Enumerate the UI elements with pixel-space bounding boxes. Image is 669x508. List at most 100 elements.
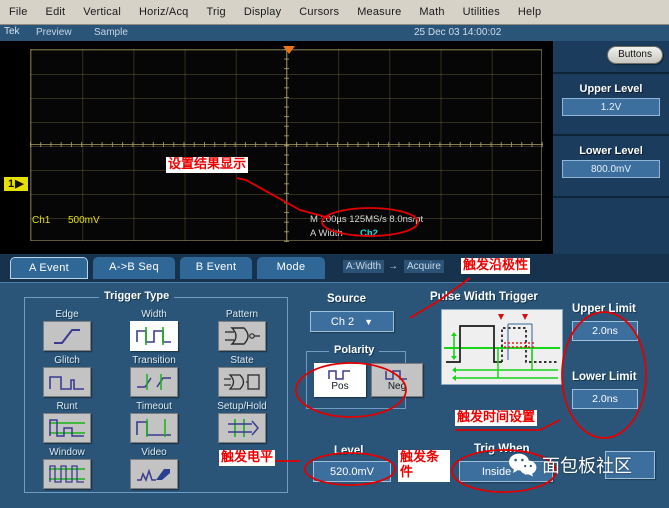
panel-divider-3 xyxy=(553,196,669,198)
timeout-icon[interactable] xyxy=(130,413,178,443)
pattern-icon[interactable] xyxy=(218,321,266,351)
lower-level-field[interactable]: 800.0mV xyxy=(562,160,660,178)
readout-ch1-label: Ch1 xyxy=(32,215,50,226)
trigger-type-width[interactable]: Width xyxy=(123,309,185,351)
trigger-type-video[interactable]: Video xyxy=(123,447,185,489)
upper-level-field[interactable]: 1.2V xyxy=(562,98,660,116)
trigger-type-transition[interactable]: Transition xyxy=(123,355,185,397)
trigger-path-source: A:Width xyxy=(343,261,384,272)
setup-hold-icon[interactable] xyxy=(218,413,266,443)
pulse-width-trigger-title: Pulse Width Trigger xyxy=(430,291,538,303)
trigger-type-transition-label: Transition xyxy=(123,355,185,366)
trigger-type-state-label: State xyxy=(211,355,273,366)
trigger-type-state[interactable]: State xyxy=(211,355,273,397)
upper-limit-field[interactable]: 2.0ns xyxy=(572,321,638,341)
menu-item-cursors[interactable]: Cursors xyxy=(290,4,348,21)
transition-icon[interactable] xyxy=(130,367,178,397)
trigger-type-pattern[interactable]: Pattern xyxy=(211,309,273,351)
trigger-type-edge-label: Edge xyxy=(36,309,98,320)
readout-ch1-scale[interactable]: 500mV xyxy=(68,215,100,226)
watermark-text: 面包板社区 xyxy=(542,452,632,478)
trigger-type-glitch[interactable]: Glitch xyxy=(36,355,98,397)
trigger-type-legend: Trigger Type xyxy=(99,290,174,302)
annotation-trigger-time-setting: 触发时间设置 xyxy=(455,410,537,426)
lower-limit-field[interactable]: 2.0ns xyxy=(572,389,638,409)
trigger-type-timeout-label: Timeout xyxy=(123,401,185,412)
polarity-neg-button[interactable]: Neg xyxy=(371,363,423,397)
trigger-type-pattern-label: Pattern xyxy=(211,309,273,320)
width-icon[interactable] xyxy=(130,321,178,351)
status-bar: Tek Preview Sample 25 Dec 03 14:00:02 xyxy=(0,25,669,41)
annotation-trigger-level: 触发电平 xyxy=(219,450,275,466)
level-field[interactable]: 520.0mV xyxy=(313,461,391,482)
trigger-type-window-label: Window xyxy=(36,447,98,458)
trig-when-value: Inside xyxy=(482,466,511,478)
wechat-icon xyxy=(508,452,538,478)
trigger-path-arrow: → xyxy=(388,261,398,272)
edge-icon[interactable] xyxy=(43,321,91,351)
trigger-type-width-label: Width xyxy=(123,309,185,320)
trigger-type-runt[interactable]: Runt xyxy=(36,401,98,443)
lower-level-title: Lower Level xyxy=(553,145,669,157)
readout-trigger-source: Ch2 xyxy=(360,228,378,239)
annotation-result-display: 设置结果显示 xyxy=(166,157,248,173)
panel-divider-2 xyxy=(553,134,669,136)
menu-item-file[interactable]: File xyxy=(0,4,37,21)
polarity-pos-button[interactable]: Pos xyxy=(314,363,366,397)
wechat-watermark: 面包板社区 xyxy=(508,452,632,478)
source-value: Ch 2 xyxy=(331,316,354,328)
oscilloscope-app: File Edit Vertical Horiz/Acq Trig Displa… xyxy=(0,0,669,508)
tab-b-event[interactable]: B Event xyxy=(180,257,252,279)
polarity-pos-label: Pos xyxy=(331,381,348,392)
menu-item-display[interactable]: Display xyxy=(235,4,290,21)
panel-divider-1 xyxy=(553,72,669,74)
menu-item-help[interactable]: Help xyxy=(509,4,550,21)
acquisition-mode: Sample xyxy=(94,27,128,38)
menu-item-measure[interactable]: Measure xyxy=(348,4,410,21)
timestamp: 25 Dec 03 14:00:02 xyxy=(414,27,501,38)
runt-icon[interactable] xyxy=(43,413,91,443)
annotation-trigger-edge-polarity: 触发沿极性 xyxy=(461,258,530,274)
lower-limit-title: Lower Limit xyxy=(572,371,637,383)
buttons-button[interactable]: Buttons xyxy=(607,46,663,64)
brand-logo: Tek xyxy=(4,26,20,37)
menu-item-utilities[interactable]: Utilities xyxy=(454,4,509,21)
upper-limit-title: Upper Limit xyxy=(572,303,636,315)
source-title: Source xyxy=(327,293,366,305)
pulse-width-diagram xyxy=(441,309,563,385)
channel1-ground-marker[interactable]: 1▶ xyxy=(4,177,28,191)
trigger-type-timeout[interactable]: Timeout xyxy=(123,401,185,443)
source-dropdown[interactable]: Ch 2 ▼ xyxy=(310,311,394,332)
video-icon[interactable] xyxy=(130,459,178,489)
readout-trigger-type: A Width xyxy=(310,228,343,239)
menu-item-horiz-acq[interactable]: Horiz/Acq xyxy=(130,4,197,21)
state-icon[interactable] xyxy=(218,367,266,397)
polarity-legend: Polarity xyxy=(329,344,379,356)
menu-item-trig[interactable]: Trig xyxy=(197,4,234,21)
trigger-type-setup-hold-label: Setup/Hold xyxy=(211,401,273,412)
trigger-position-marker[interactable] xyxy=(283,46,295,54)
trigger-path-target: Acquire xyxy=(404,261,444,272)
annotation-trigger-condition: 触发条件 xyxy=(398,450,450,482)
chevron-down-icon: ▼ xyxy=(364,317,373,327)
tab-a-b-seq[interactable]: A->B Seq xyxy=(93,257,175,279)
upper-level-title: Upper Level xyxy=(553,83,669,95)
lower-level-group: Lower Level 800.0mV xyxy=(553,145,669,178)
trigger-type-window[interactable]: Window xyxy=(36,447,98,489)
menu-item-vertical[interactable]: Vertical xyxy=(74,4,130,21)
trigger-type-edge[interactable]: Edge xyxy=(36,309,98,351)
menu-item-edit[interactable]: Edit xyxy=(37,4,75,21)
tab-mode[interactable]: Mode xyxy=(257,257,325,279)
menu-item-math[interactable]: Math xyxy=(410,4,453,21)
polarity-neg-label: Neg xyxy=(388,381,406,392)
preview-status: Preview xyxy=(36,27,72,38)
trigger-type-video-label: Video xyxy=(123,447,185,458)
glitch-icon[interactable] xyxy=(43,367,91,397)
menu-bar: File Edit Vertical Horiz/Acq Trig Displa… xyxy=(0,0,669,25)
trigger-type-glitch-label: Glitch xyxy=(36,355,98,366)
trigger-type-setup-hold[interactable]: Setup/Hold xyxy=(211,401,273,443)
tab-bar: A Event A->B Seq B Event Mode A:Width → … xyxy=(0,254,669,282)
window-icon[interactable] xyxy=(43,459,91,489)
tab-a-event[interactable]: A Event xyxy=(10,257,88,279)
waveform-display[interactable]: 1▶ Ch1 500mV M 200µs 125MS/s 8.0ns/pt A … xyxy=(0,41,553,254)
